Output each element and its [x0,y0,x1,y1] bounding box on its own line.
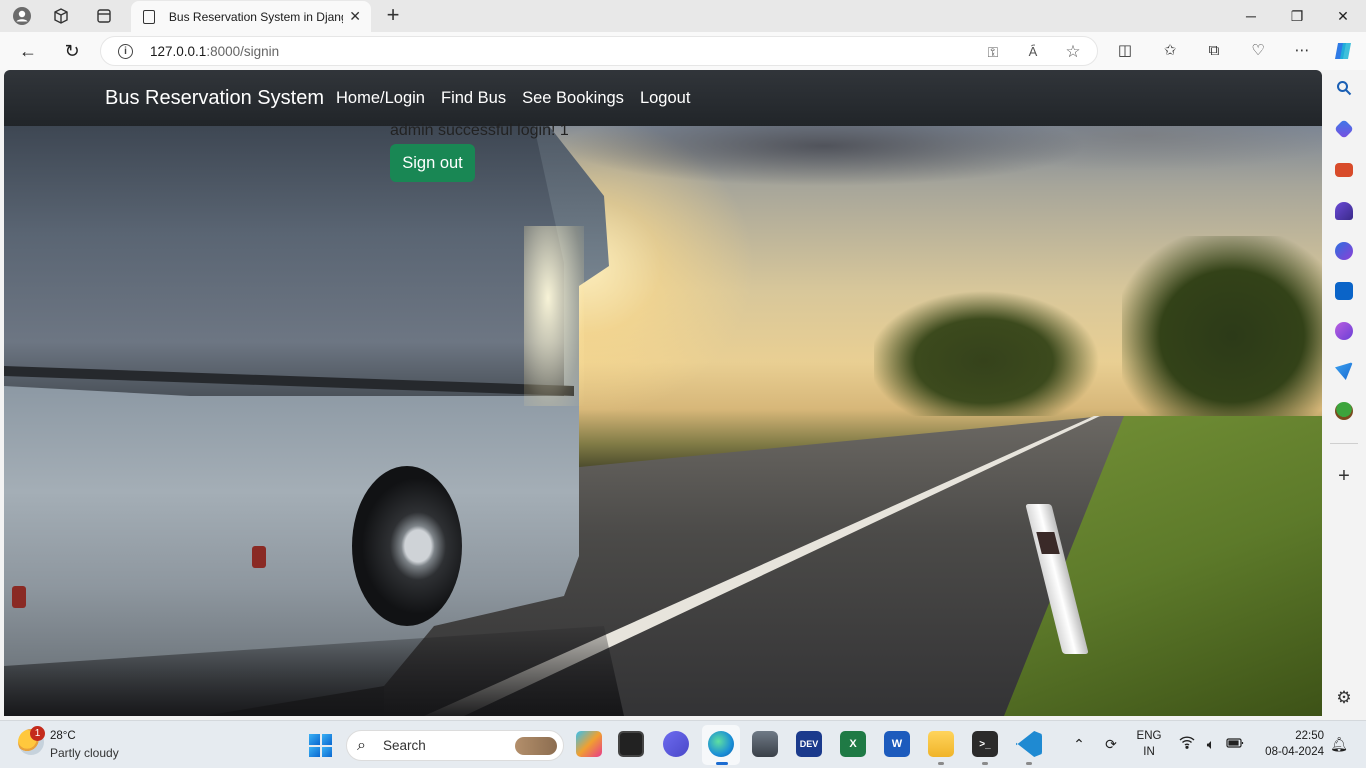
sidebar-microsoft365-icon[interactable] [1335,242,1353,260]
show-hidden-icons-chevron-icon[interactable]: ⌃ [1070,735,1088,753]
tab-strip: Bus Reservation System in Djang ✕ + ─ ❐ … [0,0,1366,32]
wifi-icon[interactable] [1178,735,1196,753]
notification-bell-icon[interactable]: 🔔︎ [1330,735,1348,753]
browser-essentials-icon[interactable]: ♡ [1246,40,1270,62]
collections-icon[interactable]: ⧉ [1202,40,1226,62]
login-message: admin successful login! 1 [390,122,569,139]
trees-middle [874,291,1104,416]
terminal-running-indicator [982,762,988,765]
bus-wheel [352,466,462,626]
nav-links: Home/Login Find Bus See Bookings Logout [336,89,690,108]
favorites-icon[interactable]: ✩ [1158,40,1182,62]
bus-windows [4,126,564,396]
taskbar-search[interactable]: ⌕ Search [346,730,564,761]
windows-taskbar: 1 28°C Partly cloudy ⌕ Search DEV X W >_… [0,720,1366,768]
explorer-running-indicator [938,762,944,765]
camera-app-icon[interactable] [752,731,778,757]
copilot-preview-app-icon[interactable] [576,731,602,757]
copilot-icon[interactable] [1331,40,1355,62]
minimize-button[interactable]: ─ [1228,4,1274,28]
sun-glare [524,226,584,406]
sidebar-designer-icon[interactable] [1335,322,1353,340]
workspaces-icon[interactable] [45,4,77,28]
sidebar-separator [1330,443,1358,444]
settings-more-icon[interactable]: ⋯ [1290,40,1314,62]
edge-browser-icon[interactable] [708,731,734,757]
close-window-button[interactable]: ✕ [1320,4,1366,28]
search-highlight-image [515,737,557,755]
profile-icon[interactable] [6,4,38,28]
new-tab-button[interactable]: + [380,3,406,29]
dev-home-icon[interactable]: DEV [796,731,822,757]
teams-chat-icon[interactable] [663,731,689,757]
vscode-icon[interactable] [1016,731,1042,757]
bus-rear-light [12,586,26,608]
active-tab[interactable]: Bus Reservation System in Djang ✕ [131,1,371,32]
edge-active-indicator [716,762,728,765]
vscode-running-indicator [1026,762,1032,765]
refresh-button[interactable]: ↻ [58,38,86,64]
nav-find-bus[interactable]: Find Bus [441,89,506,108]
favorite-star-icon[interactable]: ☆ [1063,43,1083,61]
nav-home-login[interactable]: Home/Login [336,89,425,108]
back-button[interactable]: ← [14,38,42,64]
word-icon[interactable]: W [884,731,910,757]
nav-see-bookings[interactable]: See Bookings [522,89,624,108]
sidebar-settings-gear-icon[interactable]: ⚙ [1334,688,1354,708]
hero-background-image [4,126,1322,716]
taskbar-search-label: Search [383,738,426,753]
tab-title: Bus Reservation System in Djang [168,9,344,24]
language-bottom[interactable]: IN [1136,746,1162,758]
battery-icon[interactable] [1226,735,1244,753]
sidebar-tools-icon[interactable] [1335,163,1353,177]
password-key-icon[interactable]: ⚿ [983,43,1003,61]
nav-logout[interactable]: Logout [640,89,690,108]
restore-button[interactable]: ❐ [1274,4,1320,28]
address-input[interactable]: i 127.0.0.1:8000/signin ⚿ A᷇ ☆ [100,36,1098,66]
clock-date[interactable]: 08-04-2024 [1254,746,1324,758]
file-explorer-icon[interactable] [928,731,954,757]
page-viewport: Bus Reservation System Home/Login Find B… [4,70,1322,716]
site-brand[interactable]: Bus Reservation System [105,87,324,110]
sidebar-shopping-icon[interactable] [1334,119,1354,139]
weather-condition: Partly cloudy [50,746,119,760]
url-text: 127.0.0.1:8000/signin [150,44,280,59]
sky-clouds [524,126,1322,196]
sync-status-icon[interactable]: ⟳ [1102,735,1120,753]
excel-icon[interactable]: X [840,731,866,757]
sidebar-outlook-icon[interactable] [1335,282,1353,300]
terminal-icon[interactable]: >_ [972,731,998,757]
site-info-icon[interactable]: i [118,44,133,59]
trees-right [1122,236,1322,426]
sidebar-games-icon[interactable] [1335,202,1353,220]
site-navbar: Bus Reservation System Home/Login Find B… [4,70,1322,126]
task-view-icon[interactable] [618,731,644,757]
start-windows-icon[interactable] [309,734,332,757]
sidebar-add-icon[interactable]: + [1334,466,1354,486]
language-top[interactable]: ENG [1136,730,1162,742]
weather-badge: 1 [30,726,45,741]
volume-icon[interactable]: 🔈︎ [1202,735,1220,753]
sign-out-button[interactable]: Sign out [390,144,475,182]
sidebar-tree-icon[interactable] [1335,402,1353,420]
tab-actions-icon[interactable] [88,4,120,28]
sidebar-search-icon[interactable] [1334,80,1354,100]
address-bar-row: ← ↻ i 127.0.0.1:8000/signin ⚿ A᷇ ☆ ◫ ✩ ⧉… [0,32,1366,70]
page-icon [143,9,155,24]
read-aloud-icon[interactable]: A᷇ [1023,43,1043,61]
clock-time[interactable]: 22:50 [1262,730,1324,742]
tab-close-icon[interactable]: ✕ [349,8,361,25]
bus-side-light [252,546,266,568]
search-icon: ⌕ [357,737,366,754]
edge-sidebar: + ⚙ [1322,70,1366,716]
split-screen-icon[interactable]: ◫ [1113,40,1137,62]
weather-temperature: 28°C [50,730,76,742]
sidebar-drop-icon[interactable] [1335,362,1353,380]
